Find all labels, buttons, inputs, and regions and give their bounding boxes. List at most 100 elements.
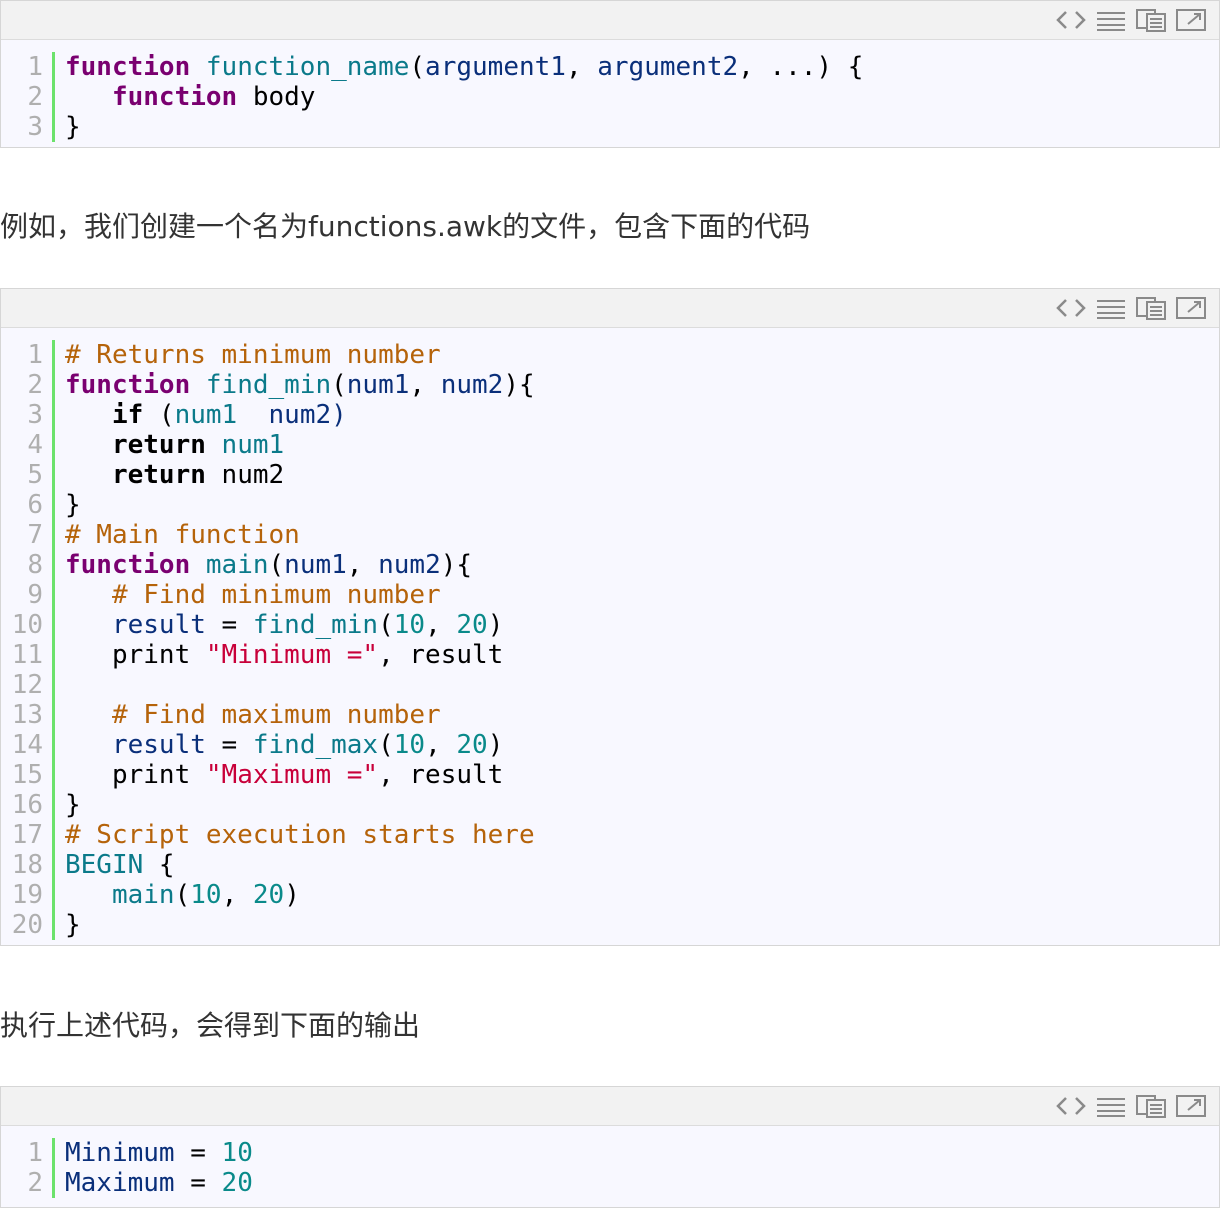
popup-icon[interactable] bbox=[1171, 5, 1211, 35]
code-line: # Find maximum number bbox=[65, 700, 535, 730]
code-token: argument1 bbox=[425, 52, 566, 82]
code-token: = bbox=[174, 1168, 222, 1198]
code-token: { bbox=[143, 850, 175, 880]
line-number: 16 bbox=[11, 790, 43, 820]
code-token: find_min bbox=[205, 370, 332, 400]
code-token: num2 bbox=[378, 550, 441, 580]
line-number: 18 bbox=[11, 850, 43, 880]
code-token: # Returns minimum number bbox=[65, 340, 441, 370]
code-token: ( bbox=[378, 610, 394, 640]
code-line: function find_min(num1, num2){ bbox=[65, 370, 535, 400]
code-token: function_name bbox=[205, 52, 410, 82]
code-token: , bbox=[221, 880, 253, 910]
line-number: 1 bbox=[27, 1138, 43, 1168]
code-lines: Minimum = 10 Maximum = 20 bbox=[55, 1138, 253, 1198]
line-number: 3 bbox=[27, 112, 43, 142]
line-number: 13 bbox=[11, 700, 43, 730]
view-source-icon[interactable] bbox=[1051, 5, 1091, 35]
code-token: num2 bbox=[205, 460, 285, 490]
code-token: return bbox=[111, 430, 206, 460]
code-token: print bbox=[65, 760, 206, 790]
code-token: "Maximum =" bbox=[205, 760, 379, 790]
code-line: function body bbox=[65, 82, 863, 112]
copy-icon[interactable] bbox=[1131, 1091, 1171, 1121]
code-token: ) bbox=[487, 610, 504, 640]
line-number: 3 bbox=[27, 400, 43, 430]
code-line: return num2 bbox=[65, 460, 535, 490]
code-token: result bbox=[111, 730, 206, 760]
code-token: 10 bbox=[221, 1138, 253, 1168]
popup-icon[interactable] bbox=[1171, 1091, 1211, 1121]
code-line: # Main function bbox=[65, 520, 535, 550]
code-token: , bbox=[425, 730, 457, 760]
code-token: BEGIN bbox=[65, 850, 144, 880]
code-block-2: 1 2 3 4 5 6 7 8 9 10 11 12 13 14 15 16 17 18 19 20 # Return… bbox=[0, 288, 1220, 946]
code-token: 20 bbox=[221, 1168, 253, 1198]
popup-icon[interactable] bbox=[1171, 293, 1211, 323]
code-token: } bbox=[65, 790, 81, 820]
code-token: # Find maximum number bbox=[111, 700, 441, 730]
code-token: , bbox=[565, 52, 598, 82]
code-line: Minimum = 10 bbox=[65, 1138, 253, 1168]
line-number: 10 bbox=[11, 610, 43, 640]
code-token: function bbox=[65, 370, 191, 400]
copy-icon[interactable] bbox=[1131, 293, 1171, 323]
wrap-lines-icon[interactable] bbox=[1091, 1091, 1131, 1121]
code-token: "Minimum =" bbox=[205, 640, 379, 670]
view-source-icon[interactable] bbox=[1051, 293, 1091, 323]
line-number: 11 bbox=[11, 640, 43, 670]
code-token: , result bbox=[378, 640, 504, 670]
code-token: ( bbox=[409, 52, 426, 82]
code-token: 20 bbox=[252, 880, 285, 910]
line-number: 4 bbox=[27, 430, 43, 460]
code-line: print "Minimum =", result bbox=[65, 640, 535, 670]
code-token: main bbox=[111, 880, 175, 910]
code-lines: # Returns minimum number function find_mi… bbox=[55, 340, 535, 940]
code-token: 20 bbox=[456, 730, 488, 760]
code-token: , bbox=[425, 610, 457, 640]
code-token: # Main function bbox=[65, 520, 300, 550]
code-token: } bbox=[65, 490, 81, 520]
line-number: 20 bbox=[11, 910, 43, 940]
line-number: 7 bbox=[27, 520, 43, 550]
wrap-lines-icon[interactable] bbox=[1091, 5, 1131, 35]
code-token: ){ bbox=[440, 550, 473, 580]
code-token: ) bbox=[487, 730, 504, 760]
line-number: 9 bbox=[27, 580, 43, 610]
code-token: ( bbox=[331, 370, 347, 400]
code-token: } bbox=[65, 910, 81, 940]
line-number: 8 bbox=[27, 550, 43, 580]
line-number: 15 bbox=[11, 760, 43, 790]
code-line: if (num1 num2) bbox=[65, 400, 535, 430]
wrap-lines-icon[interactable] bbox=[1091, 293, 1131, 323]
code-token: num1 bbox=[284, 550, 347, 580]
code-token: # Find minimum number bbox=[111, 580, 441, 610]
code-token: num2 bbox=[440, 370, 504, 400]
code-line: return num1 bbox=[65, 430, 535, 460]
code-line: # Returns minimum number bbox=[65, 340, 535, 370]
code-token: main bbox=[205, 550, 269, 580]
code-line: main(10, 20) bbox=[65, 880, 535, 910]
code-line: # Find minimum number bbox=[65, 580, 535, 610]
line-number: 19 bbox=[11, 880, 43, 910]
code-token: 10 bbox=[393, 730, 426, 760]
code-token: print bbox=[65, 640, 206, 670]
code-token: 10 bbox=[393, 610, 426, 640]
line-number: 1 bbox=[27, 52, 43, 82]
copy-icon[interactable] bbox=[1131, 5, 1171, 35]
code-token: 20 bbox=[456, 610, 488, 640]
code-token: body bbox=[237, 82, 316, 112]
code-block-1: 123 function function_name(argument1, ar… bbox=[0, 0, 1220, 148]
code-line: result = find_max(10, 20) bbox=[65, 730, 535, 760]
code-token: ( bbox=[268, 550, 285, 580]
line-number: 14 bbox=[11, 730, 43, 760]
view-source-icon[interactable] bbox=[1051, 1091, 1091, 1121]
code-token: num1 bbox=[346, 370, 410, 400]
